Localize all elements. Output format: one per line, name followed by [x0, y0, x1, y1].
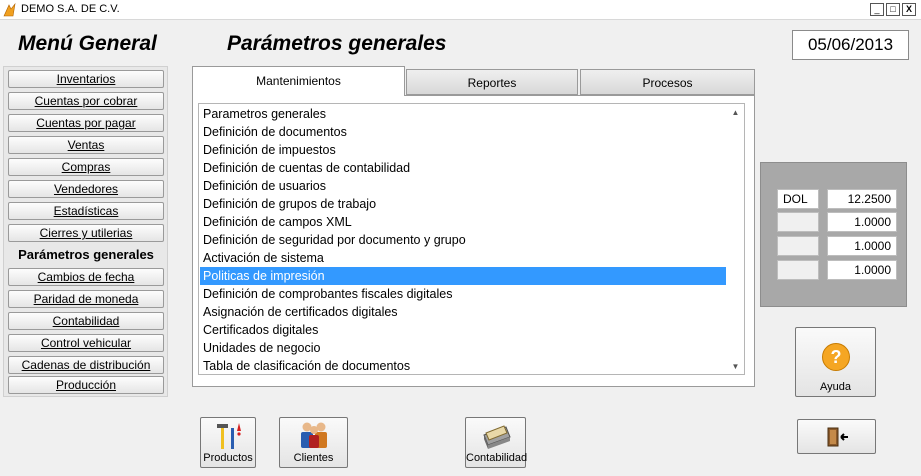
currency-rate: 12.2500 [827, 189, 897, 209]
menu-item-cambios-de-fecha[interactable]: Cambios de fecha [8, 268, 164, 286]
list-item[interactable]: Certificados digitales [200, 321, 726, 339]
list-item[interactable]: Unidades de negocio [200, 339, 726, 357]
scroll-down-arrow-icon[interactable]: ▼ [727, 360, 744, 374]
menu-item-contabilidad[interactable]: Contabilidad [8, 312, 164, 330]
list-scrollbar[interactable]: ▲ ▼ [727, 104, 744, 374]
currency-rate: 1.0000 [827, 236, 897, 256]
list-item[interactable]: Definición de impuestos [200, 141, 726, 159]
maximize-button[interactable]: □ [886, 3, 900, 16]
products-tools-icon [217, 423, 241, 449]
products-button[interactable]: Productos [200, 417, 256, 468]
menu-item-cierres-y-utilerias[interactable]: Cierres y utilerias [8, 224, 164, 242]
scroll-up-arrow-icon[interactable]: ▲ [727, 106, 744, 120]
currency-rate: 1.0000 [827, 260, 897, 280]
menu-item-cuentas-por-cobrar[interactable]: Cuentas por cobrar [8, 92, 164, 110]
accounting-files-icon [482, 425, 511, 449]
help-button[interactable]: ? Ayuda [795, 327, 876, 397]
menu-item-produccion[interactable]: Producción [8, 376, 164, 394]
window-title: DEMO S.A. DE C.V. [21, 3, 120, 15]
app-logo-icon [3, 3, 16, 17]
help-label: Ayuda [820, 381, 851, 393]
menu-item-parametros-generales[interactable]: Parámetros generales [8, 246, 164, 264]
exit-button[interactable] [797, 419, 876, 454]
list-item[interactable]: Definición de seguridad por documento y … [200, 231, 726, 249]
currency-code [777, 212, 819, 232]
section-title: Parámetros generales [227, 32, 447, 55]
options-list[interactable]: Parametros generales Definición de docum… [198, 103, 745, 375]
title-bar: DEMO S.A. DE C.V. _ □ X [0, 0, 921, 20]
question-mark-icon: ? [821, 343, 850, 371]
tab-mantenimientos[interactable]: Mantenimientos [192, 66, 405, 96]
menu-item-cuentas-por-pagar[interactable]: Cuentas por pagar [8, 114, 164, 132]
menu-item-estadisticas[interactable]: Estadísticas [8, 202, 164, 220]
tab-reportes[interactable]: Reportes [406, 69, 578, 95]
menu-item-control-vehicular[interactable]: Control vehicular [8, 334, 164, 352]
list-item[interactable]: Parametros generales [200, 105, 726, 123]
clients-people-icon [300, 422, 327, 448]
list-item-selected[interactable]: Politicas de impresión [200, 267, 726, 285]
currency-rate: 1.0000 [827, 212, 897, 232]
list-item[interactable]: Asignación de certificados digitales [200, 303, 726, 321]
menu-item-paridad-de-moneda[interactable]: Paridad de moneda [8, 290, 164, 308]
close-button[interactable]: X [902, 3, 916, 16]
list-item[interactable]: Definición de usuarios [200, 177, 726, 195]
currency-code [777, 260, 819, 280]
menu-item-inventarios[interactable]: Inventarios [8, 70, 164, 88]
tab-procesos[interactable]: Procesos [580, 69, 755, 95]
date-display: 05/06/2013 [792, 30, 909, 60]
currency-code [777, 236, 819, 256]
list-item[interactable]: Activación de sistema [200, 249, 726, 267]
menu-item-ventas[interactable]: Ventas [8, 136, 164, 154]
menu-item-compras[interactable]: Compras [8, 158, 164, 176]
minimize-button[interactable]: _ [870, 3, 884, 16]
list-item[interactable]: Definición de comprobantes fiscales digi… [200, 285, 726, 303]
list-item[interactable]: Tabla de clasificación de documentos [200, 357, 726, 375]
menu-title: Menú General [18, 32, 157, 55]
main-menu: Inventarios Cuentas por cobrar Cuentas p… [3, 66, 168, 397]
exit-door-icon [827, 427, 848, 447]
clients-label: Clientes [293, 452, 334, 464]
products-label: Productos [203, 452, 253, 464]
accounting-button[interactable]: Contabilidad [465, 417, 528, 468]
list-item[interactable]: Definición de cuentas de contabilidad [200, 159, 726, 177]
clients-button[interactable]: Clientes [279, 417, 348, 468]
svg-text:?: ? [830, 347, 841, 367]
accounting-label: Contabilidad [466, 452, 528, 464]
list-item[interactable]: Definición de documentos [200, 123, 726, 141]
menu-item-vendedores[interactable]: Vendedores [8, 180, 164, 198]
menu-item-cadenas-de-distribucion[interactable]: Cadenas de distribución [8, 356, 164, 374]
exchange-rate-panel: DOL 12.2500 1.0000 1.0000 1.0000 [760, 162, 907, 307]
list-item[interactable]: Definición de campos XML [200, 213, 726, 231]
list-item[interactable]: Definición de grupos de trabajo [200, 195, 726, 213]
currency-code: DOL [777, 189, 819, 209]
